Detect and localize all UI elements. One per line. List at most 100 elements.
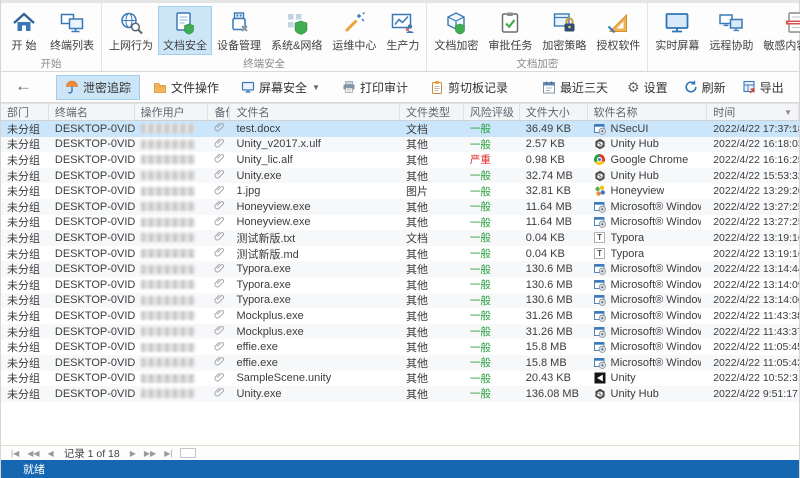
table-row[interactable]: 未分组 DESKTOP-0VIDMDJ effie.exe 其他 一般 15.8 MB Mi…: [1, 339, 799, 355]
table-row[interactable]: 未分组 DESKTOP-0VIDMDJ Mockplus.exe 其他 一般 31.26 …: [1, 323, 799, 340]
table-row[interactable]: 未分组 DESKTOP-0VIDMDJ Mockplus.exe 其他 一般 31.26 …: [1, 308, 799, 324]
column-header-terminal[interactable]: 终端名: [49, 104, 135, 120]
ribbon-item-net-behavior[interactable]: 上网行为: [104, 6, 158, 55]
ribbon-item-home[interactable]: 开 始: [3, 6, 45, 55]
table-row[interactable]: 未分组 DESKTOP-0VIDMDJ Unity_lic.alf 其他 严重 0.98 …: [1, 152, 799, 168]
paperclip-icon: [214, 293, 225, 308]
ribbon-item-realtime-screen[interactable]: 实时屏幕: [650, 6, 704, 55]
software-name: Microsoft® Windows® Oper...: [610, 294, 702, 307]
table-row[interactable]: 未分组 DESKTOP-0VIDMDJ SampleScene.unity 其他 一般 2…: [1, 370, 799, 387]
cell-backup: [208, 324, 230, 340]
ribbon-item-approval-task[interactable]: 审批任务: [483, 6, 537, 55]
cell-terminal: DESKTOP-0VIDMDJ: [54, 169, 135, 182]
toolbar-button-label: 屏幕安全: [259, 80, 308, 95]
ribbon-item-licensed-software[interactable]: 授权软件: [591, 6, 645, 55]
sensitive-scan-icon: [783, 9, 800, 36]
table-row[interactable]: 未分组 DESKTOP-0VIDMDJ 测试新版.txt 文档 一般 0.04 KB T Ty…: [1, 230, 799, 246]
ribbon-item-sensitive-scan[interactable]: 敏感内容扫描: [758, 6, 800, 55]
ribbon-item-doc-encrypt[interactable]: 文档加密: [429, 6, 483, 55]
toolbar-button-gear-small[interactable]: ⚙ 设置: [621, 75, 674, 100]
ribbon-item-ops-center[interactable]: 运维中心: [327, 6, 381, 55]
ribbon-item-productivity[interactable]: 生产力: [381, 6, 424, 55]
cell-size: 130.6 MB: [525, 263, 573, 276]
column-header-software[interactable]: 软件名称: [588, 104, 708, 120]
table-row[interactable]: 未分组 DESKTOP-0VIDMDJ Typora.exe 其他 一般 130.6 MB…: [1, 292, 799, 309]
column-header-label: 文件大小: [525, 107, 570, 119]
table-row[interactable]: 未分组 DESKTOP-0VIDMDJ 测试新版.md 其他 一般 0.04 KB T Typ…: [1, 245, 799, 262]
cell-software: T Typora: [588, 246, 708, 262]
toolbar-button-calendar[interactable]: 最近三天: [533, 75, 617, 100]
redacted-user: [140, 155, 195, 165]
cell-risk: 一般: [464, 121, 520, 137]
table-header: 部门 终端名 操作用户 备份文件名 文件类型 风险评级文件大小 软件名称 时间 ▼: [1, 103, 799, 121]
ribbon-item-label: 审批任务: [488, 40, 533, 52]
toolbar-button-screen-safe[interactable]: 屏幕安全 ▼: [232, 75, 329, 100]
table-row[interactable]: 未分组 DESKTOP-0VIDMDJ Honeyview.exe 其他 一般 11.64…: [1, 198, 799, 215]
toolbar-button-print-audit[interactable]: 打印审计: [333, 75, 417, 100]
msi-app-icon: [593, 216, 606, 229]
toolbar-button-clipboard-records[interactable]: 剪切板记录: [421, 75, 517, 100]
pager-next-icon[interactable]: ▶: [126, 449, 140, 458]
ribbon-item-terminal-list[interactable]: 终端列表: [45, 6, 99, 55]
ribbon-item-doc-security[interactable]: 文档安全: [158, 6, 212, 55]
toolbar-button-file-ops[interactable]: 文件操作: [144, 75, 228, 100]
ribbon-item-system-network[interactable]: 系统&网络: [266, 6, 327, 55]
table-row[interactable]: 未分组 DESKTOP-0VIDMDJ 1.jpg 图片 一般 32.81 KB Honey…: [1, 183, 799, 199]
redacted-user: [140, 389, 195, 399]
cell-filename: 1.jpg: [236, 185, 261, 198]
table-row[interactable]: 未分组 DESKTOP-0VIDMDJ Honeyview.exe 其他 一般 11.64…: [1, 214, 799, 231]
msi-app-icon: [593, 263, 606, 275]
ribbon-item-remote-assist[interactable]: 远程协助: [704, 6, 758, 55]
column-header-backup[interactable]: 备份: [208, 104, 231, 120]
toolbar-button-leak-trace[interactable]: 泄密追踪: [56, 74, 141, 100]
pager-edit-box[interactable]: [180, 448, 197, 458]
ribbon-item-device-manage[interactable]: 设备管理: [212, 6, 266, 55]
pager-last-icon[interactable]: ▶|: [160, 449, 176, 458]
ribbon-item-label: 运维中心: [332, 40, 377, 52]
table-row[interactable]: 未分组 DESKTOP-0VIDMDJ test.docx 文档 一般 36.49 KB N…: [1, 121, 799, 137]
cell-time: 2022/4/22 16:18:03: [713, 138, 799, 151]
risk-badge: 一般: [469, 388, 491, 401]
table-row[interactable]: 未分组 DESKTOP-0VIDMDJ Typora.exe 其他 一般 130.6 MB…: [1, 261, 799, 277]
ribbon-item-label: 设备管理: [217, 40, 261, 52]
cell-filename: SampleScene.unity: [236, 372, 332, 385]
pager-prev-icon[interactable]: ◀: [44, 449, 58, 458]
column-header-size[interactable]: 文件大小: [520, 104, 588, 120]
column-header-filename[interactable]: 文件名: [230, 104, 400, 120]
toolbar-button-export[interactable]: 导出: [736, 75, 790, 100]
risk-badge: 一般: [469, 123, 491, 136]
redacted-user: [140, 124, 195, 134]
toolbar-button-label: 打印审计: [359, 80, 408, 95]
pager-first-icon[interactable]: |◀: [7, 449, 23, 458]
back-arrow-icon[interactable]: ←: [9, 76, 42, 98]
column-header-risk[interactable]: 风险评级: [464, 104, 520, 120]
table-row[interactable]: 未分组 DESKTOP-0VIDMDJ Unity.exe 其他 一般 136.08 MB…: [1, 386, 799, 402]
toolbar-right-actions: ⚙ 设置 刷新 导出: [619, 75, 792, 100]
cell-user: [135, 121, 209, 137]
column-header-user[interactable]: 操作用户: [135, 104, 209, 120]
cell-risk: 一般: [464, 215, 520, 231]
ribbon-item-encrypt-policy[interactable]: 加密策略: [537, 6, 591, 55]
ribbon-item-label: 远程协助: [709, 40, 754, 52]
table-row[interactable]: 未分组 DESKTOP-0VIDMDJ Unity.exe 其他 一般 32.74 MB U…: [1, 167, 799, 184]
column-header-dept[interactable]: 部门: [1, 104, 49, 120]
cell-backup: [208, 152, 230, 168]
realtime-screen-icon: [664, 9, 691, 36]
cell-software: Unity Hub: [588, 386, 708, 402]
cell-terminal: DESKTOP-0VIDMDJ: [54, 200, 135, 213]
table-row[interactable]: 未分组 DESKTOP-0VIDMDJ Unity_v2017.x.ulf 其他 一般 2…: [1, 136, 799, 153]
column-header-time[interactable]: 时间 ▼: [707, 104, 799, 120]
pager-prev-page-icon[interactable]: ◀◀: [23, 449, 43, 458]
cell-backup: [208, 261, 230, 277]
cell-filename: Typora.exe: [236, 278, 291, 291]
cell-risk: 一般: [464, 137, 520, 153]
cell-user: [135, 215, 209, 231]
table-row[interactable]: 未分组 DESKTOP-0VIDMDJ Typora.exe 其他 一般 130.6 MB…: [1, 276, 799, 293]
redacted-user: [140, 233, 195, 243]
column-header-filetype[interactable]: 文件类型: [400, 104, 464, 120]
pager-next-page-icon[interactable]: ▶▶: [140, 449, 160, 458]
row-more-icon[interactable]: ⋯: [784, 121, 796, 134]
table-row[interactable]: 未分组 DESKTOP-0VIDMDJ effie.exe 其他 一般 15.8 MB Mi…: [1, 354, 799, 371]
toolbar-button-refresh[interactable]: 刷新: [678, 75, 732, 100]
cell-size: 11.64 MB: [525, 216, 572, 229]
